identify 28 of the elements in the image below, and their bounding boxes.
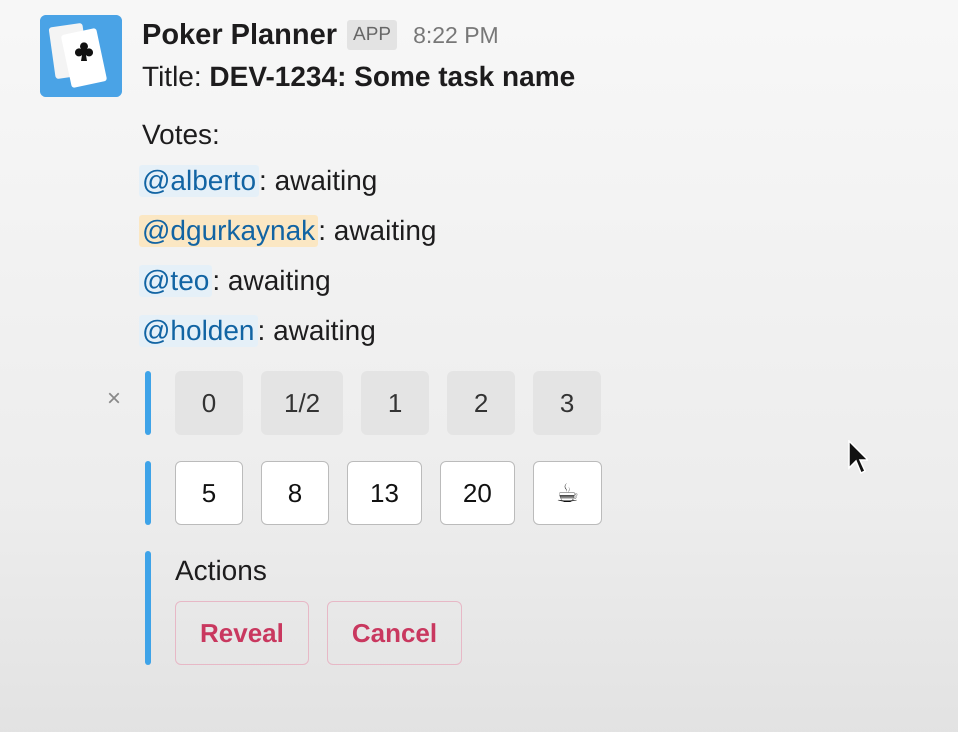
sender-name[interactable]: Poker Planner — [142, 18, 338, 52]
votes-heading: Votes: — [142, 119, 221, 151]
app-logo-icon — [40, 15, 122, 97]
estimate-button[interactable]: 1 — [361, 371, 430, 435]
user-mention[interactable]: @teo — [139, 265, 212, 297]
task-title: Title: DEV-1234: Some task name — [142, 61, 576, 93]
app-badge: APP — [347, 20, 398, 50]
estimate-button[interactable]: 20 — [440, 461, 515, 525]
estimate-button[interactable]: 1/2 — [261, 371, 344, 435]
action-button[interactable]: Cancel — [326, 601, 462, 665]
cursor-icon — [848, 440, 868, 476]
actions-heading: Actions — [175, 555, 267, 587]
vote-status: : awaiting — [258, 315, 376, 347]
estimate-button[interactable]: 5 — [175, 461, 243, 525]
user-mention[interactable]: @dgurkaynak — [139, 215, 318, 247]
vote-status: : awaiting — [318, 215, 436, 247]
user-mention[interactable]: @holden — [139, 315, 258, 347]
estimate-button[interactable]: ☕ — [532, 461, 602, 525]
estimate-button[interactable]: 13 — [347, 461, 422, 525]
estimate-button[interactable]: 3 — [533, 371, 602, 435]
estimate-button[interactable]: 8 — [261, 461, 329, 525]
estimate-button[interactable]: 0 — [175, 371, 243, 435]
user-mention[interactable]: @alberto — [139, 165, 260, 197]
estimate-button[interactable]: 2 — [447, 371, 516, 435]
vote-status: : awaiting — [259, 165, 378, 197]
vote-status: : awaiting — [212, 265, 331, 297]
action-button[interactable]: Reveal — [175, 601, 309, 665]
message-time[interactable]: 8:22 PM — [413, 22, 499, 48]
